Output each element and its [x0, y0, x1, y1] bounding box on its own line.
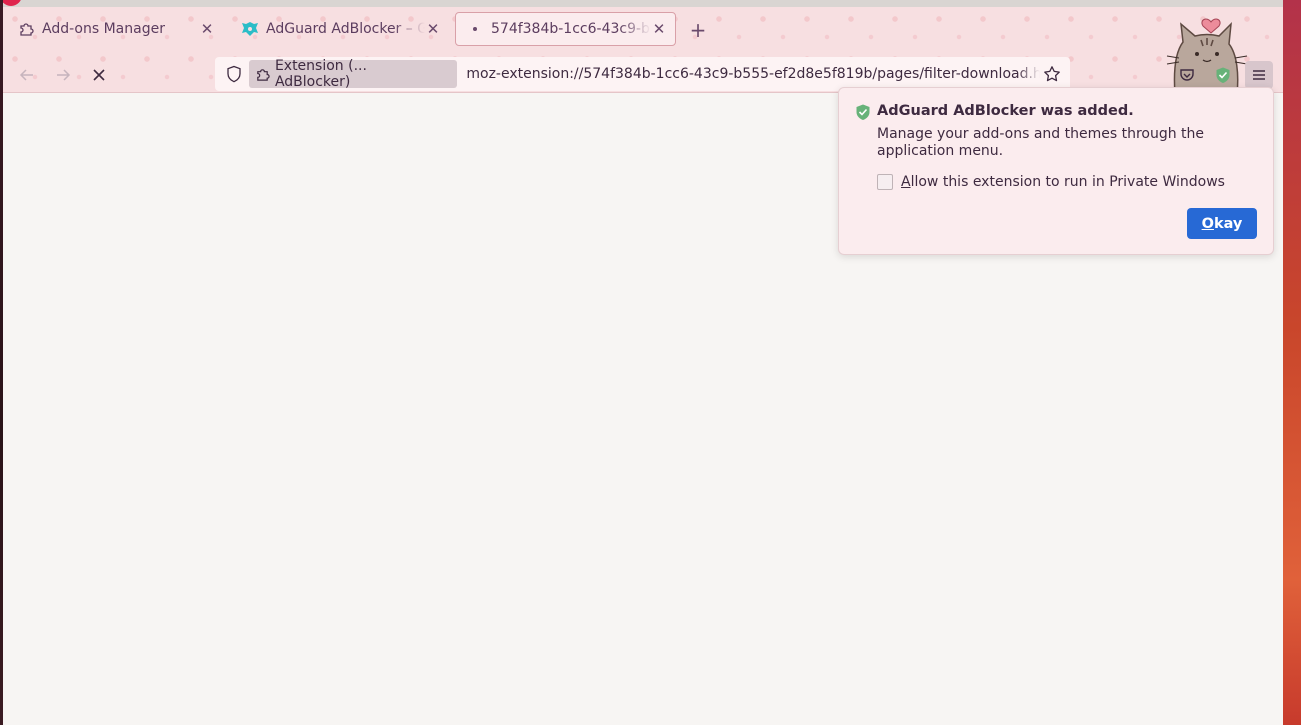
close-icon[interactable]: ✕ — [199, 20, 215, 38]
panel-description: Manage your add-ons and themes through t… — [877, 126, 1205, 159]
url-text[interactable]: moz-extension://574f384b-1cc6-43c9-b555-… — [466, 66, 1040, 82]
app-menu-button[interactable] — [1245, 61, 1273, 89]
tab-extension-page[interactable]: 574f384b-1cc6-43c9-b55 ✕ — [455, 12, 676, 46]
tab-label: 574f384b-1cc6-43c9-b55 — [491, 21, 651, 37]
arrow-left-icon — [19, 69, 33, 81]
adguard-icon — [241, 20, 259, 38]
stop-x-icon — [93, 69, 105, 81]
checkbox-label: Allow this extension to run in Private W… — [901, 174, 1225, 190]
okay-accesskey: O — [1201, 215, 1214, 232]
close-icon[interactable]: ✕ — [425, 20, 441, 38]
new-tab-button[interactable]: + — [687, 18, 709, 42]
stop-button[interactable] — [85, 61, 113, 89]
browser-window: Add-ons Manager ✕ AdGuard AdBlocker – Ge… — [3, 0, 1283, 725]
addon-installed-doorhanger: AdGuard AdBlocker was added. Manage your… — [838, 87, 1274, 255]
private-windows-option[interactable]: Allow this extension to run in Private W… — [877, 174, 1225, 190]
puzzle-icon — [17, 20, 35, 38]
adguard-shield-icon — [856, 104, 870, 120]
tracking-protection-shield-icon[interactable] — [221, 61, 247, 87]
close-icon[interactable]: ✕ — [651, 20, 667, 38]
arrow-right-icon — [57, 69, 71, 81]
pusheen-cat-theme-icon — [1166, 18, 1248, 94]
loading-dot-icon — [466, 20, 484, 38]
private-windows-checkbox[interactable] — [877, 174, 893, 190]
forward-button[interactable] — [49, 61, 77, 89]
hamburger-menu-icon — [1253, 70, 1265, 80]
adguard-extension-button[interactable] — [1209, 61, 1237, 89]
titlebar-strip — [3, 0, 1283, 7]
desktop-right-edge — [1283, 0, 1301, 725]
adguard-shield-icon — [1216, 67, 1230, 83]
identity-box[interactable]: Extension (... AdBlocker) — [248, 58, 458, 90]
panel-title: AdGuard AdBlocker was added. — [877, 103, 1134, 119]
puzzle-icon — [255, 67, 270, 82]
tab-label: AdGuard AdBlocker – Get — [266, 21, 425, 37]
back-button[interactable] — [13, 61, 41, 89]
checkbox-label-rest: llow this extension to run in Private Wi… — [910, 174, 1225, 190]
bookmark-star-icon[interactable] — [1040, 62, 1064, 86]
checkbox-accesskey: A — [901, 174, 911, 190]
tab-addons-manager[interactable]: Add-ons Manager ✕ — [7, 12, 223, 46]
tab-label: Add-ons Manager — [42, 21, 165, 37]
tab-adguard-adblocker[interactable]: AdGuard AdBlocker – Get ✕ — [231, 12, 449, 46]
browser-chrome: Add-ons Manager ✕ AdGuard AdBlocker – Ge… — [3, 7, 1283, 94]
okay-button[interactable]: Okay — [1187, 208, 1257, 239]
pocket-icon — [1180, 69, 1194, 81]
pocket-button[interactable] — [1173, 61, 1201, 89]
identity-label: Extension (... AdBlocker) — [274, 58, 367, 90]
url-bar[interactable]: Extension (... AdBlocker) moz-extension:… — [215, 57, 1070, 91]
okay-label-rest: kay — [1213, 215, 1243, 232]
